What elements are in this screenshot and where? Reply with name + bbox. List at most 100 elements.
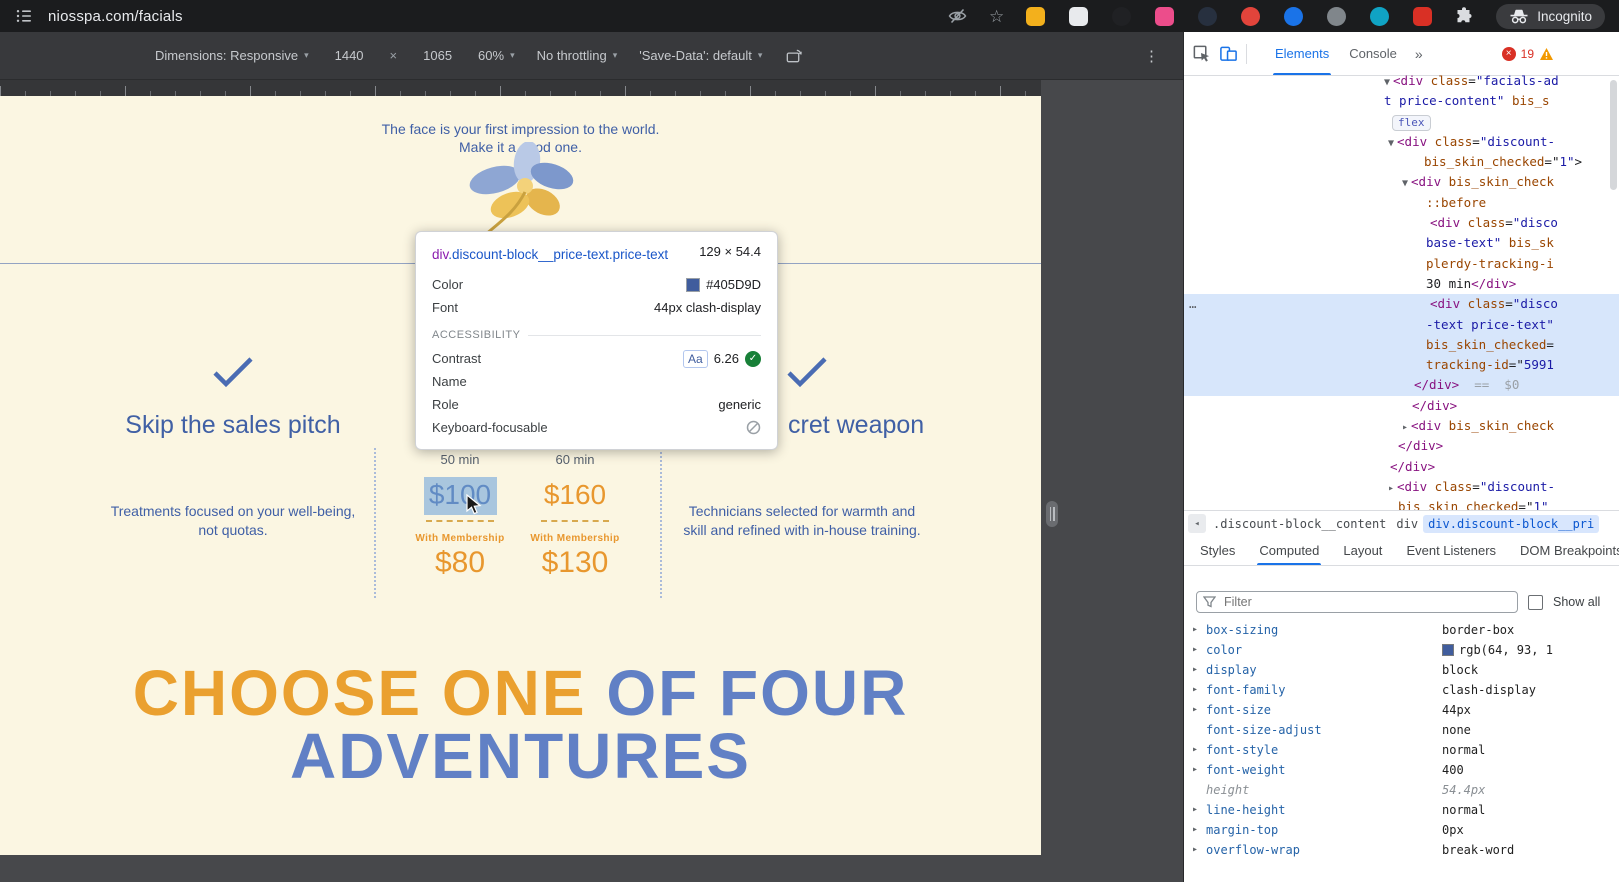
browser-menu-icon[interactable] bbox=[14, 6, 34, 26]
elements-tree-line[interactable]: bis_skin_checked="1"> bbox=[1184, 152, 1619, 172]
elements-tree-line[interactable]: plerdy-tracking-i bbox=[1184, 254, 1619, 274]
elements-tree-line[interactable]: ▸<div bis_skin_check bbox=[1184, 416, 1619, 436]
sidebar-tab-dom-breakpoints[interactable]: DOM Breakpoints bbox=[1508, 536, 1619, 565]
show-all-checkbox[interactable] bbox=[1528, 595, 1543, 610]
elements-tree-line[interactable]: -text price-text" bbox=[1184, 315, 1619, 335]
elements-tree-line[interactable]: …<div class="disco bbox=[1184, 294, 1619, 314]
computed-style-row[interactable]: ▸font-size44px bbox=[1184, 700, 1619, 720]
check-icon bbox=[786, 356, 828, 388]
extension-teal-icon[interactable] bbox=[1370, 7, 1389, 26]
more-tabs-icon[interactable]: » bbox=[1415, 46, 1423, 62]
filter-funnel-icon bbox=[1203, 596, 1216, 608]
chevron-down-icon: ▾ bbox=[304, 50, 309, 61]
color-swatch bbox=[1442, 644, 1454, 656]
breadcrumb-scroll-left-icon[interactable]: ◂ bbox=[1188, 514, 1206, 533]
viewport-resize-handle[interactable] bbox=[1046, 501, 1058, 527]
devtools-tab-elements[interactable]: Elements bbox=[1265, 32, 1339, 75]
rotate-viewport-icon[interactable] bbox=[784, 46, 803, 65]
viewport-width-input[interactable]: 1440 bbox=[331, 46, 368, 65]
issues-cluster[interactable]: × 19 bbox=[1502, 47, 1554, 61]
device-toolbar-more-icon[interactable]: ⋮ bbox=[1144, 47, 1159, 65]
elements-tree-line[interactable]: </div> bbox=[1184, 436, 1619, 456]
url-field[interactable]: niosspa.com/facials bbox=[48, 8, 183, 25]
computed-style-row[interactable]: height54.4px bbox=[1184, 780, 1619, 800]
computed-style-row[interactable]: ▸font-weight400 bbox=[1184, 760, 1619, 780]
computed-style-row[interactable]: ▸font-familyclash-display bbox=[1184, 680, 1619, 700]
error-count: 19 bbox=[1521, 47, 1534, 61]
elements-tree-line[interactable]: ::before bbox=[1184, 193, 1619, 213]
sidebar-tab-layout[interactable]: Layout bbox=[1331, 536, 1394, 565]
inspect-element-icon[interactable] bbox=[1192, 44, 1211, 63]
extension-light-icon[interactable] bbox=[1069, 7, 1088, 26]
elements-tree-line[interactable]: 30 min</div> bbox=[1184, 274, 1619, 294]
breadcrumb-item[interactable]: div.discount-block__pri bbox=[1423, 515, 1599, 533]
elements-tree-line[interactable]: ▼<div class="facials-ad bbox=[1184, 71, 1619, 91]
devtools-tab-console[interactable]: Console bbox=[1339, 32, 1407, 75]
throttling-dropdown[interactable]: No throttling▾ bbox=[537, 48, 618, 63]
computed-style-row[interactable]: ▸margin-top0px bbox=[1184, 820, 1619, 840]
computed-style-row[interactable]: ▸colorrgb(64, 93, 1 bbox=[1184, 640, 1619, 660]
filter-box[interactable] bbox=[1196, 591, 1518, 613]
extension-yellow-icon[interactable] bbox=[1026, 7, 1045, 26]
elements-tree-line[interactable]: <div class="disco bbox=[1184, 213, 1619, 233]
contrast-pass-icon: ✓ bbox=[745, 351, 761, 367]
extensions-puzzle-icon[interactable] bbox=[1454, 6, 1474, 26]
devtools-panel: ElementsConsole » × 19 ▼<div class="faci… bbox=[1183, 32, 1619, 882]
feature-heading-right: cret weapon bbox=[788, 411, 924, 440]
extension-pink-icon[interactable] bbox=[1155, 7, 1174, 26]
computed-style-row[interactable]: ▸box-sizingborder-box bbox=[1184, 620, 1619, 640]
browser-toolbar: niosspa.com/facials ☆ Incognito bbox=[0, 0, 1619, 32]
warning-icon bbox=[1539, 47, 1554, 61]
elements-tree-line[interactable]: bis_skin_checked= bbox=[1184, 335, 1619, 355]
zoom-dropdown[interactable]: 60%▾ bbox=[478, 48, 515, 63]
devtools-toolbar: ElementsConsole » × 19 bbox=[1184, 32, 1619, 76]
elements-tree-line[interactable]: bis_skin_checked="1" bbox=[1184, 497, 1619, 510]
extension-icons bbox=[1026, 7, 1432, 26]
dimensions-dropdown[interactable]: Dimensions: Responsive▾ bbox=[155, 48, 309, 63]
devtools-tabs: ElementsConsole bbox=[1265, 32, 1407, 75]
extension-dark-ring-icon[interactable] bbox=[1112, 7, 1131, 26]
elements-tree-line[interactable]: </div> bbox=[1184, 396, 1619, 416]
page-tagline-line1: The face is your first impression to the… bbox=[0, 121, 1041, 137]
extension-shield-red-icon[interactable] bbox=[1413, 7, 1432, 26]
extension-navy-icon[interactable] bbox=[1198, 7, 1217, 26]
elements-tree-line[interactable]: ▸<div class="discount- bbox=[1184, 477, 1619, 497]
preview-eye-off-icon[interactable] bbox=[948, 7, 967, 25]
sidebar-tab-event-listeners[interactable]: Event Listeners bbox=[1394, 536, 1508, 565]
elements-tree-line[interactable]: tracking-id="5991 bbox=[1184, 355, 1619, 375]
elements-tree-line[interactable]: base-text" bis_sk bbox=[1184, 233, 1619, 253]
breadcrumb-item[interactable]: div bbox=[1391, 515, 1423, 533]
elements-tree-line[interactable]: ▼<div class="discount- bbox=[1184, 132, 1619, 152]
elements-tree-line[interactable]: </div> bbox=[1184, 457, 1619, 477]
tooltip-element-name: div.discount-block__price-text.price-tex… bbox=[432, 244, 684, 265]
extension-blue-icon[interactable] bbox=[1284, 7, 1303, 26]
extension-red-icon[interactable] bbox=[1241, 7, 1260, 26]
sidebar-tab-styles[interactable]: Styles bbox=[1188, 536, 1247, 565]
computed-style-row[interactable]: ▸displayblock bbox=[1184, 660, 1619, 680]
tooltip-font-row: Font 44px clash-display bbox=[432, 296, 761, 319]
sidebar-tab-computed[interactable]: Computed bbox=[1247, 536, 1331, 565]
computed-style-row[interactable]: ▸overflow-wrapbreak-word bbox=[1184, 840, 1619, 860]
computed-style-row[interactable]: ▸line-heightnormal bbox=[1184, 800, 1619, 820]
devtools-scrollbar[interactable] bbox=[1610, 80, 1617, 190]
elements-tree-line[interactable]: </div> == $0 bbox=[1184, 375, 1619, 395]
node-options-icon[interactable]: … bbox=[1189, 294, 1198, 314]
device-toolbar-toggle-icon[interactable] bbox=[1219, 44, 1238, 63]
extension-gray-icon[interactable] bbox=[1327, 7, 1346, 26]
filter-input[interactable] bbox=[1222, 594, 1511, 610]
breadcrumb-item[interactable]: .discount-block__content bbox=[1208, 515, 1391, 533]
viewport-height-input[interactable]: 1065 bbox=[419, 46, 456, 65]
elements-tree-line[interactable]: ▼<div bis_skin_check bbox=[1184, 172, 1619, 192]
tooltip-role-row: Role generic bbox=[432, 393, 761, 416]
color-swatch bbox=[686, 278, 700, 292]
incognito-label: Incognito bbox=[1537, 9, 1592, 24]
elements-tree-line[interactable]: t price-content" bis_s bbox=[1184, 91, 1619, 111]
computed-style-row[interactable]: font-size-adjustnone bbox=[1184, 720, 1619, 740]
computed-style-row[interactable]: ▸font-stylenormal bbox=[1184, 740, 1619, 760]
elements-tree-line[interactable]: flex bbox=[1184, 112, 1619, 132]
flower-image bbox=[455, 142, 585, 237]
bookmark-star-icon[interactable]: ☆ bbox=[989, 8, 1004, 25]
save-data-dropdown[interactable]: 'Save-Data': default▾ bbox=[639, 48, 762, 63]
chevron-down-icon: ▾ bbox=[613, 50, 618, 61]
hero-line1-blue: OF FOUR bbox=[587, 657, 909, 729]
